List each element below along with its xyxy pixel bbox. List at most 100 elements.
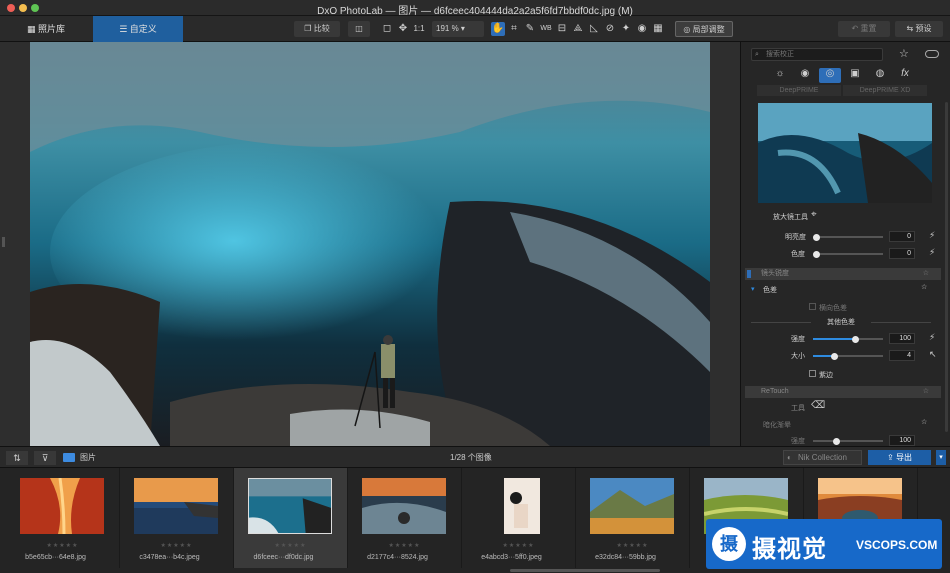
thumbnail[interactable]: ★★★★★ b5e65cb···64e8.jpg — [6, 468, 120, 568]
zoom-select[interactable]: 191 % ▾ — [432, 21, 484, 37]
denoise-deepprime-button[interactable]: DeepPRIME — [757, 85, 841, 96]
intensity-value[interactable]: 100 — [889, 333, 915, 344]
purple-checkbox[interactable] — [809, 370, 816, 377]
sliders-icon: ☰ — [119, 24, 130, 34]
chromatic-header[interactable]: ▾ 色差 ☆ — [741, 283, 941, 297]
thumbnail-image — [476, 478, 560, 534]
eraser-icon[interactable]: ⌫ — [811, 400, 825, 411]
vignette-header[interactable]: 暗化渐晕 ☆ — [741, 418, 941, 432]
thumbnail[interactable]: ★★★★★ d2177c4···8524.jpg — [348, 468, 462, 568]
compare-button[interactable]: ❐ 比较 — [294, 21, 340, 37]
hue-value[interactable]: 0 — [889, 248, 915, 259]
reset-button[interactable]: ↶ 重置 — [838, 21, 890, 37]
thumbnail[interactable]: ★★★★★ c3478ea···b4c.jpeg — [120, 468, 234, 568]
eyedropper-icon[interactable]: ✎ — [523, 22, 537, 36]
watermark-domain: VSCOPS.COM — [856, 538, 938, 552]
light-icon[interactable]: ☼ — [769, 68, 791, 83]
magic-wand-icon[interactable]: ⚡ — [929, 247, 935, 258]
reset-icon[interactable]: ↖ — [929, 349, 937, 360]
filter-button[interactable]: ⊽ — [34, 451, 56, 465]
hand-tool-icon[interactable]: ✋ — [491, 22, 505, 36]
tab-customize[interactable]: ☰ 自定义 — [93, 16, 183, 42]
wb-icon[interactable]: WB — [539, 22, 553, 36]
detail-icon[interactable]: ◎ — [819, 68, 841, 83]
thumbnail[interactable]: ★★★★★ e32dc84···59bb.jpg — [576, 468, 690, 568]
thumbnail-selected[interactable]: ★★★★★ d6fceec···df0dc.jpg — [234, 468, 348, 568]
size-slider[interactable] — [813, 352, 883, 360]
panel-scrollbar[interactable] — [945, 102, 948, 432]
watermark-cn: 摄视觉 — [752, 536, 827, 563]
thumbnail[interactable]: ★★★★★ e4abcd3···5ff0.jpeg — [462, 468, 576, 568]
thumbnail-name: e4abcd3···5ff0.jpeg — [481, 554, 542, 561]
mask-icon[interactable]: ✦ — [619, 22, 633, 36]
lens-sharpness-section[interactable]: 镜头锐度 ☆ — [745, 268, 941, 280]
grid-overlay-icon[interactable]: ▦ — [651, 22, 665, 36]
viewer-left-handle[interactable] — [2, 237, 5, 247]
export-icon: ⇪ — [887, 453, 896, 462]
tab-library[interactable]: ▦ 照片库 — [0, 16, 92, 42]
preset-button[interactable]: ⇆ 预设 — [895, 21, 943, 37]
search-input[interactable]: ⌕ 搜索校正 — [751, 48, 883, 61]
one-to-one-button[interactable]: 1:1 — [411, 22, 427, 36]
lateral-checkbox[interactable] — [809, 303, 816, 310]
star-icon[interactable]: ☆ — [921, 418, 927, 426]
export-button[interactable]: ⇪ 导出 — [868, 450, 931, 465]
partial-slider[interactable] — [813, 437, 883, 445]
brightness-value[interactable]: 0 — [889, 231, 915, 242]
crop-icon[interactable]: ⌗ — [507, 22, 521, 36]
section-toggle[interactable] — [747, 270, 751, 278]
image-count: 1/28 个图像 — [450, 453, 492, 462]
star-icon[interactable]: ☆ — [923, 268, 929, 280]
repair-icon[interactable]: ⊘ — [603, 22, 617, 36]
rating-stars[interactable]: ★★★★★ — [462, 542, 575, 549]
partial-knob[interactable] — [833, 437, 840, 445]
watermark-banner: 摄 摄视觉 VSCOPS.COM — [706, 519, 942, 569]
magic-wand-icon[interactable]: ⚡ — [929, 230, 935, 241]
image-viewer[interactable] — [0, 42, 740, 446]
layout-button[interactable]: ◫ — [348, 21, 370, 37]
denoise-deepprime-xd-button[interactable]: DeepPRIME XD — [843, 85, 927, 96]
magic-wand-icon[interactable]: ⚡ — [929, 332, 935, 343]
intensity-fill — [813, 338, 855, 340]
local-adjust-button[interactable]: ◎ 局部调整 — [675, 21, 733, 37]
geometry-icon[interactable]: ▣ — [844, 68, 866, 83]
eye-icon[interactable]: ◉ — [635, 22, 649, 36]
fx-icon[interactable]: fx — [894, 68, 916, 83]
retouch-section[interactable]: ReTouch ☆ — [745, 386, 941, 398]
hue-knob[interactable] — [813, 250, 820, 258]
sort-button[interactable]: ⇅ — [6, 451, 28, 465]
star-icon[interactable]: ☆ — [899, 47, 909, 60]
nik-collection-button[interactable]: ◐ Nik Collection — [783, 450, 862, 465]
rating-stars[interactable]: ★★★★★ — [576, 542, 689, 549]
star-icon[interactable]: ☆ — [921, 283, 927, 291]
crop-view-icon[interactable]: ◻ — [380, 22, 394, 36]
intensity-knob[interactable] — [851, 335, 859, 343]
thumbnail-image — [20, 478, 104, 534]
brightness-knob[interactable] — [813, 233, 820, 241]
rating-stars[interactable]: ★★★★★ — [348, 542, 461, 549]
purple-row: 紫边 — [741, 368, 941, 382]
filmstrip-scrollbar[interactable] — [510, 569, 660, 572]
size-knob[interactable] — [830, 352, 838, 360]
color-icon[interactable]: ◉ — [794, 68, 816, 83]
rating-stars[interactable]: ★★★★★ — [234, 542, 347, 549]
effects-icon[interactable]: ◍ — [869, 68, 891, 83]
star-icon[interactable]: ☆ — [923, 386, 929, 398]
rating-stars[interactable]: ★★★★★ — [6, 542, 119, 549]
title-bar: DxO PhotoLab — 图片 — d6fceec404444da2a2a5… — [0, 0, 950, 17]
intensity-slider[interactable] — [813, 335, 883, 343]
divider — [751, 322, 811, 323]
rating-stars[interactable]: ★★★★★ — [120, 542, 233, 549]
horizon-icon[interactable]: ◺ — [587, 22, 601, 36]
toggle-icon[interactable] — [925, 50, 939, 58]
size-value[interactable]: 4 — [889, 350, 915, 361]
perspective-icon[interactable]: ⟁ — [571, 22, 585, 36]
divider — [871, 322, 931, 323]
straighten-icon[interactable]: ⊟ — [555, 22, 569, 36]
partial-value[interactable]: 100 — [889, 435, 915, 446]
crosshair-icon[interactable]: ⌖ — [811, 209, 817, 220]
hue-slider[interactable] — [813, 250, 883, 258]
brightness-slider[interactable] — [813, 233, 883, 241]
move-icon[interactable]: ✥ — [396, 22, 410, 36]
filmstrip-more-button[interactable]: ▾ — [936, 450, 946, 465]
